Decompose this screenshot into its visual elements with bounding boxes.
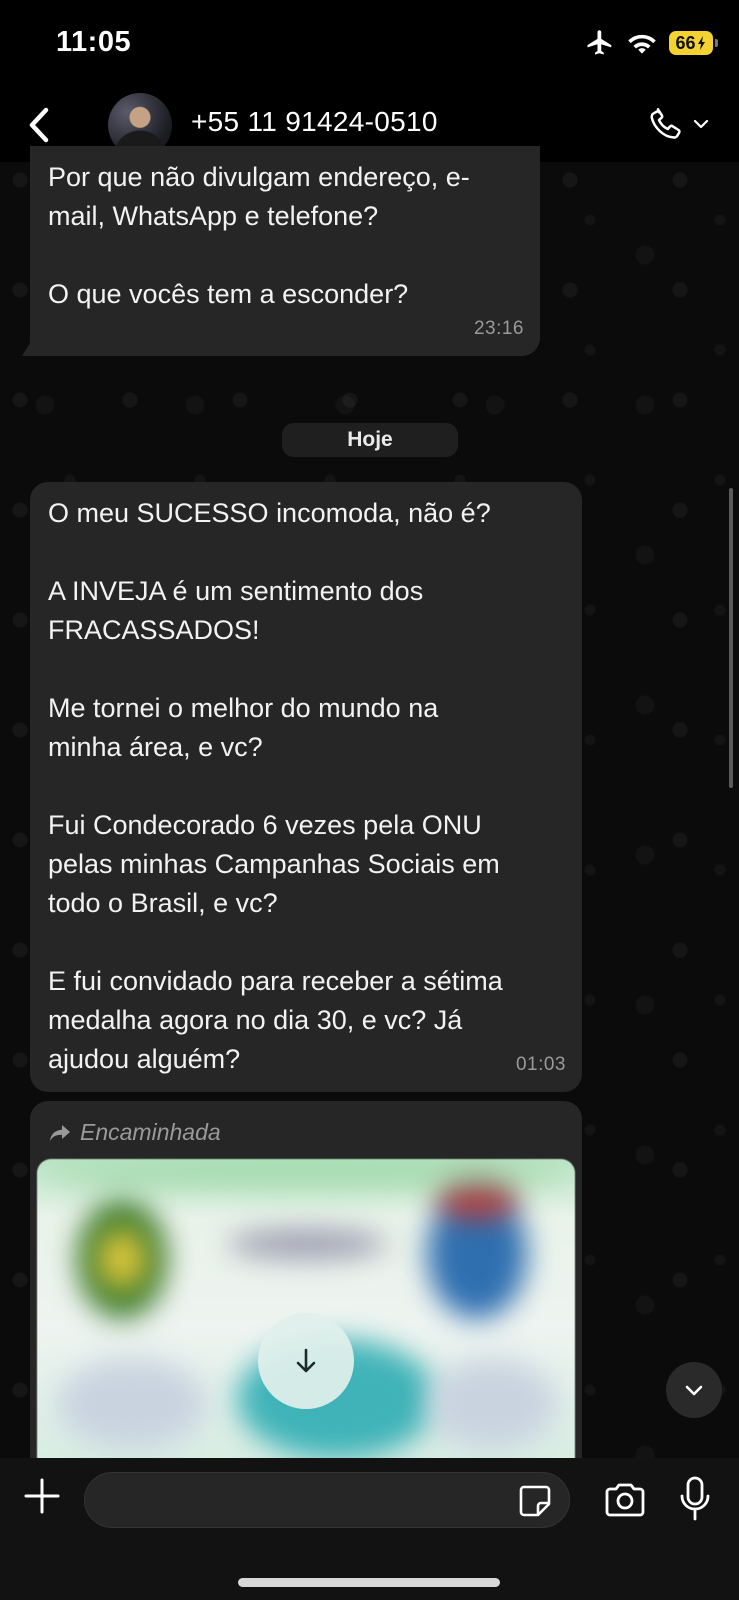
battery-level: 66	[675, 32, 696, 53]
message-time: 23:16	[473, 318, 524, 339]
camera-icon[interactable]	[603, 1480, 647, 1520]
sticker-icon[interactable]	[518, 1484, 552, 1518]
chevron-down-icon	[685, 1385, 703, 1396]
forwarded-label: Encaminhada	[48, 1113, 221, 1152]
message-text: O meu SUCESSO incomoda, não é? A INVEJA …	[48, 498, 503, 1074]
message-text: Por que não divulgam endereço, e- mail, …	[48, 162, 470, 309]
mic-icon[interactable]	[678, 1476, 712, 1522]
message-bubble[interactable]: Por que não divulgam endereço, e- mail, …	[30, 146, 540, 356]
forwarded-image-message[interactable]: Encaminhada	[30, 1101, 582, 1481]
battery-icon: 66	[669, 31, 718, 55]
forward-arrow-icon	[50, 1124, 70, 1141]
status-icons: 66	[585, 28, 718, 58]
home-indicator[interactable]	[238, 1578, 500, 1587]
call-button[interactable]	[647, 104, 711, 144]
status-time: 11:05	[56, 26, 132, 58]
contact-name[interactable]: +55 11 91424-0510	[191, 106, 438, 138]
message-input[interactable]	[84, 1472, 570, 1528]
download-icon	[296, 1348, 316, 1373]
date-divider: Hoje	[282, 423, 458, 457]
chevron-down-icon	[693, 119, 709, 129]
phone-icon	[650, 108, 681, 139]
scroll-to-bottom-button[interactable]	[666, 1362, 722, 1418]
forwarded-text: Encaminhada	[80, 1119, 221, 1145]
scrollbar[interactable]	[729, 488, 733, 788]
download-button[interactable]	[258, 1313, 354, 1409]
plus-icon[interactable]	[22, 1476, 62, 1516]
message-time: 01:03	[515, 1054, 566, 1075]
wifi-icon	[628, 34, 656, 54]
airplane-icon	[587, 30, 612, 55]
status-bar: 11:05 66	[0, 0, 739, 88]
message-bubble[interactable]: O meu SUCESSO incomoda, não é? A INVEJA …	[30, 482, 582, 1092]
back-icon[interactable]	[20, 104, 60, 146]
